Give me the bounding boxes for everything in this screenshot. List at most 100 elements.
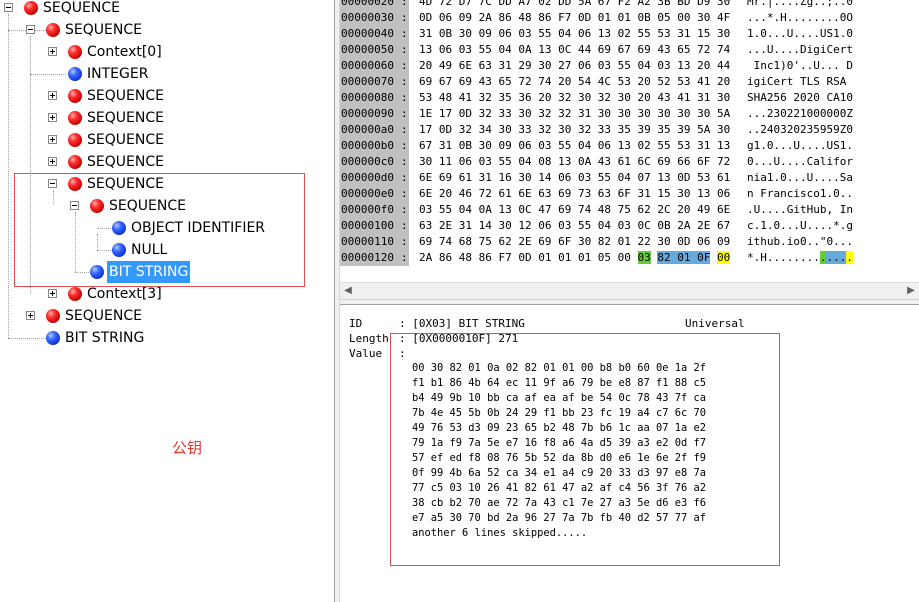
hex-separator: : <box>401 0 408 8</box>
hex-separator: : <box>401 155 408 168</box>
expand-icon[interactable] <box>48 289 57 298</box>
hex-separator: : <box>401 187 408 200</box>
collapse-icon[interactable] <box>4 3 13 12</box>
value-hex-row: 00 30 82 01 0a 02 82 01 01 00 b8 b0 60 0… <box>412 362 707 374</box>
hex-address: 000000a0 <box>340 122 409 138</box>
constructed-node-icon <box>68 111 82 125</box>
tree-node-label: Context[0] <box>87 44 162 60</box>
tree-node-label: SEQUENCE <box>65 308 142 324</box>
public-key-highlight-box <box>14 173 305 287</box>
value-hex-row: 49 76 53 d3 09 23 65 b2 48 7b b6 1c aa 0… <box>412 422 707 434</box>
tree-node-label: SEQUENCE <box>65 22 142 38</box>
constructed-node-icon <box>24 1 38 15</box>
hex-bytes: 6E 69 61 31 16 30 14 06 03 55 04 07 13 0… <box>419 171 731 184</box>
hex-bytes: 69 74 68 75 62 2E 69 6F 30 82 01 22 30 0… <box>419 235 731 248</box>
hex-ascii: SHA256 2020 CA10 <box>747 91 853 104</box>
hex-ascii: c.1.0...U....*.g <box>747 219 853 232</box>
tree-node[interactable]: SEQUENCE <box>0 19 200 41</box>
primitive-node-icon <box>68 67 82 81</box>
tree-node-label: SEQUENCE <box>87 154 164 170</box>
hex-separator: : <box>401 235 408 248</box>
tree-node[interactable]: SEQUENCE <box>0 107 200 129</box>
hex-separator: : <box>401 139 408 152</box>
hex-address: 00000020 <box>340 0 409 10</box>
hex-ascii: ...*.H........0O <box>747 11 853 24</box>
id-value: : [0X03] BIT STRING <box>399 317 525 330</box>
hex-address: 00000050 <box>340 42 409 58</box>
value-hex-row: 79 1a f9 7a 5e e7 16 f8 a6 4a d5 39 a3 e… <box>412 437 707 449</box>
hex-ascii-plain: *.H........ <box>747 251 820 264</box>
value-hex-row: e7 a5 30 70 bd 2a 96 27 7a 7b fb 40 d2 5… <box>412 512 707 524</box>
value-hex-row: 77 c5 03 10 26 41 82 61 47 a2 af c4 56 3… <box>412 482 707 494</box>
hex-bytes: 31 0B 30 09 06 03 55 04 06 13 02 55 53 3… <box>419 27 731 40</box>
asn1-tree-view[interactable]: SEQUENCE SEQUENCE Context[0] INTEGER SEQ… <box>0 0 334 602</box>
length-label: Length <box>349 332 389 345</box>
hex-address: 00000060 <box>340 58 409 74</box>
hex-ascii: n Francisco1.0.. <box>747 187 853 200</box>
hex-ascii: ...U....DigiCert <box>747 43 853 56</box>
value-hex-row: f1 b1 86 4b 64 ec 11 9f a6 79 be e8 87 f… <box>412 377 707 389</box>
tree-node[interactable]: SEQUENCE <box>0 85 200 107</box>
hex-separator: : <box>401 11 408 24</box>
hex-separator: : <box>401 91 408 104</box>
hex-bytes: 1E 17 0D 32 33 30 32 32 31 30 30 30 30 3… <box>419 107 731 120</box>
hex-bytes: 03 55 04 0A 13 0C 47 69 74 48 75 62 2C 2… <box>419 203 731 216</box>
tree-node[interactable]: Context[0] <box>0 41 200 63</box>
tree-node-label: SEQUENCE <box>87 110 164 126</box>
hex-separator: : <box>401 123 408 136</box>
scroll-right-icon[interactable]: ▶ <box>903 284 919 298</box>
expand-icon[interactable] <box>26 311 35 320</box>
hex-separator: : <box>401 107 408 120</box>
expand-icon[interactable] <box>48 91 57 100</box>
hex-ascii: nia1.0...U....Sa <box>747 171 853 184</box>
hex-separator: : <box>401 43 408 56</box>
hex-separator: : <box>401 203 408 216</box>
value-skipped-note: another 6 lines skipped..... <box>412 527 588 539</box>
tree-node[interactable]: SEQUENCE <box>0 151 200 173</box>
hex-separator: : <box>401 27 408 40</box>
tree-node[interactable]: SEQUENCE <box>0 305 200 327</box>
constructed-node-icon <box>68 155 82 169</box>
expand-icon[interactable] <box>48 157 57 166</box>
hex-dump-view[interactable]: 00000020: 4D 72 D7 7C DD A7 02 DD 5A 67 F… <box>340 0 919 282</box>
hex-length-bytes: 82 01 0F <box>657 251 711 264</box>
tree-node-label: BIT STRING <box>65 330 145 346</box>
hex-address: 00000030 <box>340 10 409 26</box>
hex-separator: : <box>401 251 408 264</box>
hex-bytes-plain: 2A 86 48 86 F7 0D 01 01 01 05 00 <box>419 251 638 264</box>
tree-node[interactable]: BIT STRING <box>0 327 200 349</box>
hex-tag-byte: 03 <box>637 251 651 264</box>
public-key-annotation: 公钥 <box>172 440 203 457</box>
expand-icon[interactable] <box>48 113 57 122</box>
hex-ascii-length: ... <box>826 251 847 264</box>
hex-bytes: 20 49 6E 63 31 29 30 27 06 03 55 04 03 1… <box>419 59 731 72</box>
hex-ascii: 0...U....Califor <box>747 155 853 168</box>
hex-separator: : <box>401 75 408 88</box>
collapse-icon[interactable] <box>26 25 35 34</box>
hex-bytes: 67 31 0B 30 09 06 03 55 04 06 13 02 55 5… <box>419 139 731 152</box>
hex-ascii: ...230221000000Z <box>747 107 853 120</box>
horizontal-scrollbar[interactable]: ◀ ▶ <box>340 282 919 299</box>
hex-bytes: 0D 06 09 2A 86 48 86 F7 0D 01 01 0B 05 0… <box>419 11 731 24</box>
value-hex-row: 57 ef ed f8 08 76 5b 52 da 8b d0 e6 1e 6… <box>412 452 707 464</box>
expand-icon[interactable] <box>48 47 57 56</box>
hex-bytes: 30 11 06 03 55 04 08 13 0A 43 61 6C 69 6… <box>419 155 731 168</box>
hex-address: 00000120 <box>340 250 409 266</box>
hex-value-byte: 00 <box>717 251 731 264</box>
hex-ascii: ithub.io0.."0... <box>747 235 853 248</box>
hex-bytes: 6E 20 46 72 61 6E 63 69 73 63 6F 31 15 3… <box>419 187 731 200</box>
scroll-left-icon[interactable]: ◀ <box>340 284 356 298</box>
tree-node-label: INTEGER <box>87 66 149 82</box>
tree-node[interactable]: SEQUENCE <box>0 129 200 151</box>
tree-node[interactable]: SEQUENCE <box>0 0 200 19</box>
hex-bytes: 13 06 03 55 04 0A 13 0C 44 69 67 69 43 6… <box>419 43 731 56</box>
tree-node[interactable]: INTEGER <box>0 63 200 85</box>
constructed-node-icon <box>68 287 82 301</box>
expand-icon[interactable] <box>48 135 57 144</box>
hex-bytes: 2A 86 48 86 F7 0D 01 01 01 05 00 03 82 0… <box>419 250 731 266</box>
hex-ascii: igiCert TLS RSA <box>747 75 853 88</box>
hex-address: 00000090 <box>340 106 409 122</box>
constructed-node-icon <box>68 45 82 59</box>
hex-ascii: .U....GitHub, In <box>747 203 853 216</box>
hex-bytes: 17 0D 32 34 30 33 32 30 32 33 35 39 35 3… <box>419 123 731 136</box>
